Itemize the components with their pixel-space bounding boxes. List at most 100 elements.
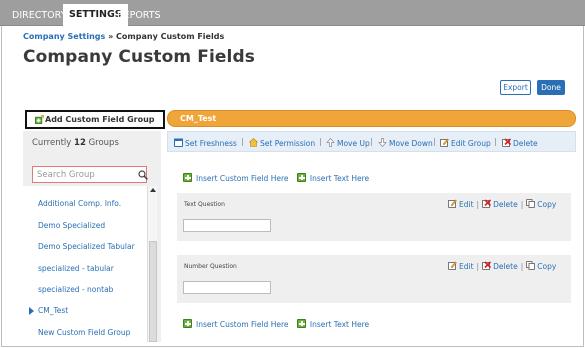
action-divider: | [476, 200, 480, 209]
add-custom-field-group-button[interactable]: Add Custom Field Group [25, 110, 165, 129]
delete-question-button[interactable]: Delete [482, 199, 518, 209]
breadcrumb: Company Settings » Company Custom Fields [23, 32, 224, 41]
toolbar-divider: | [319, 137, 322, 146]
edit-question-button[interactable]: Edit [448, 199, 474, 209]
question-label: Text Question [184, 201, 225, 208]
done-button[interactable]: Done [537, 80, 565, 95]
add-group-icon [35, 115, 44, 124]
copy-question-label: Copy [537, 200, 557, 209]
insert-custom-field-label: Insert Custom Field Here [196, 174, 289, 183]
groups-count: Currently 12 Groups [32, 138, 119, 148]
delete-icon [482, 261, 492, 270]
scroll-thumb[interactable] [149, 241, 157, 342]
edit-icon [448, 261, 457, 270]
edit-group-button[interactable]: Edit Group [440, 138, 491, 148]
group-item-new-custom-field-group[interactable]: New Custom Field Group [23, 328, 147, 342]
delete-group-button[interactable]: Delete [502, 138, 538, 148]
edit-icon [440, 138, 449, 147]
question-actions: Edit | Delete | Copy [448, 199, 556, 209]
question-actions: Edit | Delete | Copy [448, 261, 556, 271]
action-divider: | [520, 262, 524, 271]
toolbar-divider: | [370, 137, 373, 146]
insert-custom-field-label: Insert Custom Field Here [196, 320, 289, 329]
group-item-demo-specialized-tabular[interactable]: Demo Specialized Tabular [23, 242, 147, 256]
set-permission-button[interactable]: Set Permission [249, 138, 315, 148]
edit-group-label: Edit Group [451, 139, 491, 148]
selected-caret-icon [29, 307, 34, 315]
action-divider: | [476, 262, 480, 271]
arrow-down-icon [378, 138, 387, 147]
insert-text-link[interactable]: Insert Text Here [296, 319, 370, 329]
insert-row-bottom: Insert Custom Field Here Insert Text Her… [183, 319, 369, 329]
question-block-number: Number Question Edit | Delete | Copy [177, 255, 571, 303]
copy-question-button[interactable]: Copy [526, 199, 557, 209]
scroll-up-arrow-icon[interactable] [150, 188, 156, 192]
edit-question-button[interactable]: Edit [448, 261, 474, 271]
group-item-cm-test-label: CM_Test [38, 306, 69, 315]
move-up-label: Move Up [337, 139, 370, 148]
group-toolbar: Set Freshness | Set Permission | Move Up… [167, 131, 576, 152]
groups-count-suffix: Groups [85, 138, 119, 148]
toolbar-divider: | [433, 137, 436, 146]
group-item-specialized-tabular[interactable]: specialized - tabular [23, 264, 147, 278]
group-item-additional-comp-info[interactable]: Additional Comp. Info. [23, 199, 147, 213]
text-question-input[interactable] [183, 219, 271, 232]
copy-icon [526, 199, 536, 208]
arrow-up-icon [326, 138, 335, 147]
insert-text-link[interactable]: Insert Text Here [296, 173, 370, 183]
delete-question-label: Delete [493, 262, 518, 271]
add-custom-field-group-label: Add Custom Field Group [45, 115, 155, 124]
edit-question-label: Edit [459, 200, 474, 209]
copy-question-label: Copy [537, 262, 557, 271]
toolbar-divider: | [241, 137, 244, 146]
number-question-input[interactable] [183, 281, 271, 294]
question-label: Number Question [184, 263, 237, 270]
action-divider: | [520, 200, 524, 209]
insert-custom-field-link[interactable]: Insert Custom Field Here [183, 173, 289, 183]
insert-custom-field-link[interactable]: Insert Custom Field Here [183, 319, 289, 329]
set-freshness-button[interactable]: Set Freshness [174, 138, 237, 148]
add-text-icon [296, 319, 306, 328]
breadcrumb-separator: » [105, 32, 117, 41]
edit-icon [448, 199, 457, 208]
permission-icon [249, 138, 258, 147]
delete-question-label: Delete [493, 200, 518, 209]
toolbar-divider: | [494, 137, 497, 146]
calendar-icon [174, 138, 183, 147]
page-title: Company Custom Fields [23, 47, 255, 67]
delete-group-label: Delete [513, 139, 538, 148]
set-freshness-label: Set Freshness [185, 139, 237, 148]
group-item-demo-specialized[interactable]: Demo Specialized [23, 221, 147, 235]
breadcrumb-link-company-settings[interactable]: Company Settings [23, 32, 105, 41]
group-sidebar: Currently 12 Groups Search Group Additio… [23, 131, 161, 342]
groups-count-value: 12 [74, 138, 86, 148]
search-group-input[interactable]: Search Group [32, 166, 148, 183]
insert-text-label: Insert Text Here [309, 320, 370, 329]
group-list: Additional Comp. Info. Demo Specialized … [23, 186, 147, 342]
move-down-label: Move Down [389, 139, 433, 148]
delete-icon [482, 199, 492, 208]
group-list-scrollbar[interactable] [147, 186, 157, 342]
top-nav: DIRECTORY SETTINGS REPORTS [0, 0, 585, 27]
add-field-icon [183, 173, 192, 182]
move-up-button[interactable]: Move Up [326, 138, 370, 148]
group-item-cm-test[interactable]: CM_Test [23, 306, 147, 320]
search-icon[interactable] [138, 170, 148, 180]
group-item-specialized-nontab[interactable]: specialized - nontab [23, 285, 147, 299]
copy-icon [526, 261, 536, 270]
groups-count-prefix: Currently [32, 138, 75, 148]
breadcrumb-current: Company Custom Fields [116, 32, 225, 41]
group-header: CM_Test [167, 110, 576, 127]
add-field-icon [183, 319, 192, 328]
add-text-icon [296, 173, 306, 182]
edit-question-label: Edit [459, 262, 474, 271]
delete-question-button[interactable]: Delete [482, 261, 518, 271]
insert-text-label: Insert Text Here [309, 174, 370, 183]
search-group-placeholder: Search Group [37, 170, 95, 180]
tab-reports[interactable]: REPORTS [111, 5, 167, 26]
insert-row-top: Insert Custom Field Here Insert Text Her… [183, 173, 369, 183]
copy-question-button[interactable]: Copy [526, 261, 557, 271]
set-permission-label: Set Permission [260, 139, 316, 148]
export-button[interactable]: Export [500, 80, 531, 95]
move-down-button[interactable]: Move Down [378, 138, 433, 148]
